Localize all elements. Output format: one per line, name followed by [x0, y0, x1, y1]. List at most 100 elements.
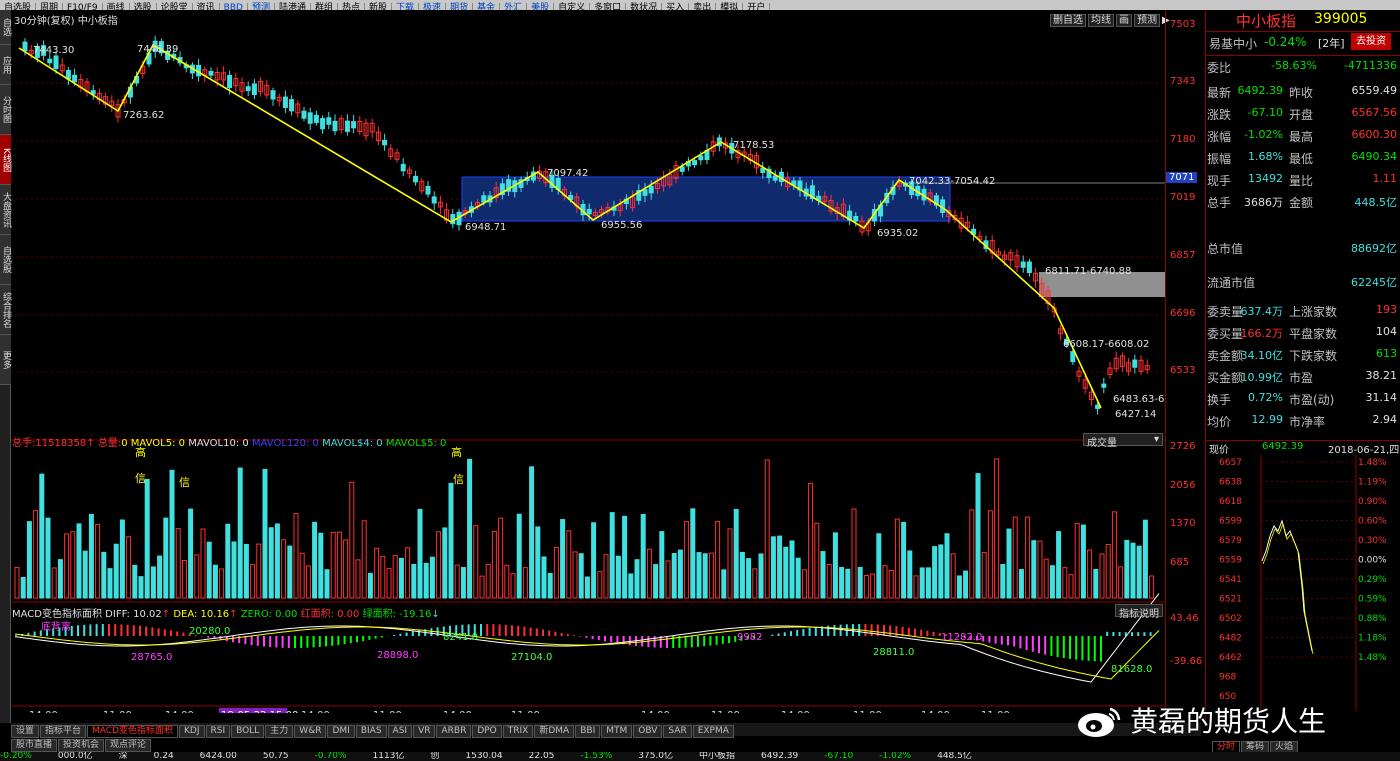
- volume-bar: [336, 531, 342, 599]
- chart-header-button[interactable]: 预测: [1134, 14, 1160, 27]
- indicator-tab[interactable]: EXPMA: [692, 725, 734, 738]
- macd-bar: [1106, 631, 1109, 636]
- menu-item[interactable]: 陆港通: [275, 3, 311, 10]
- chart-header-button[interactable]: 画: [1116, 14, 1132, 27]
- menu-item[interactable]: 资讯: [193, 3, 220, 10]
- intraday-mini-chart[interactable]: 6657 6638 6618 6599 6579 6559 6541 6521 6502 6482…: [1205, 440, 1400, 723]
- macd-bar: [554, 631, 557, 636]
- volume-signal-mark: 信: [453, 473, 464, 486]
- menu-item[interactable]: 新股: [365, 3, 393, 10]
- bottom-tab[interactable]: 观点评论: [105, 739, 152, 752]
- menu-item[interactable]: 画线: [103, 3, 130, 10]
- menu-item[interactable]: 期货: [446, 3, 474, 10]
- candle-body: [1132, 359, 1138, 368]
- bottom-tab[interactable]: 股市直播: [11, 739, 58, 752]
- macd-bar: [1093, 636, 1096, 662]
- macd-bar: [380, 636, 383, 638]
- left-tab[interactable]: 自选: [0, 10, 11, 45]
- volume-bar: [82, 550, 88, 599]
- left-tab[interactable]: 综合排名: [0, 285, 11, 335]
- indicator-tab[interactable]: OBV: [633, 725, 663, 738]
- volume-bar: [708, 552, 714, 599]
- volume-bar: [268, 527, 274, 599]
- mini-left-tick: 6599: [1219, 517, 1242, 527]
- menu-item[interactable]: 选股: [130, 3, 157, 10]
- ticker-item: 50.75: [262, 752, 289, 761]
- mini-left-tick: 6559: [1219, 556, 1242, 566]
- volume-bar: [603, 554, 609, 599]
- macd-bar: [690, 636, 693, 648]
- macd-bar: [393, 634, 396, 636]
- volume-bar: [491, 530, 497, 599]
- quote-label: 上涨家数: [1289, 305, 1338, 319]
- menu-item[interactable]: 自定义: [554, 3, 591, 10]
- menu-item[interactable]: 模拟: [716, 3, 744, 10]
- candle-body: [425, 185, 431, 195]
- menu-item[interactable]: 群组: [311, 3, 338, 10]
- time-tick: 14:00: [301, 710, 330, 713]
- menu-item[interactable]: 极速: [419, 3, 447, 10]
- chart-header-button[interactable]: 删自选: [1050, 14, 1086, 27]
- quote-value: 10.99亿: [1240, 371, 1284, 384]
- quote-row: 涨幅 -1.02% 最高 6600.30: [1207, 128, 1397, 150]
- indicator-tab[interactable]: SAR: [663, 725, 692, 738]
- macd-bar: [374, 636, 377, 639]
- volume-bar: [194, 554, 200, 599]
- volume-bar: [597, 571, 603, 599]
- time-tick: 14:00: [781, 710, 810, 713]
- volume-bar: [57, 559, 63, 599]
- macd-bar: [275, 636, 278, 648]
- menu-item[interactable]: BBD: [220, 3, 248, 10]
- macd-bar: [263, 636, 265, 647]
- menu-item[interactable]: 买入: [662, 3, 690, 10]
- macd-bar: [1118, 632, 1121, 636]
- menu-item[interactable]: 周期: [36, 3, 64, 10]
- menu-item[interactable]: 预测: [248, 3, 275, 10]
- bottom-tab[interactable]: 投资机会: [58, 739, 105, 752]
- left-tab[interactable]: 应用: [0, 45, 11, 85]
- invest-button[interactable]: 去投资: [1351, 33, 1391, 50]
- macd-bar: [139, 625, 141, 636]
- volume-bar: [591, 522, 597, 599]
- menu-item[interactable]: 下载: [392, 3, 420, 10]
- volume-bar: [33, 510, 39, 599]
- volume-bar: [907, 550, 913, 599]
- menu-item[interactable]: 自选股: [0, 3, 37, 10]
- macd-bar: [145, 626, 148, 636]
- macd-bar: [1069, 636, 1071, 659]
- menu-item[interactable]: 美股: [527, 3, 555, 10]
- fund-name[interactable]: 易基中小: [1209, 35, 1257, 52]
- indicator-help-button[interactable]: 指标说明: [1115, 604, 1163, 620]
- menu-item[interactable]: 热点: [338, 3, 366, 10]
- menu-item[interactable]: 基金: [473, 3, 501, 10]
- menu-item[interactable]: 开户: [743, 3, 771, 10]
- left-tab[interactable]: 大盘资讯: [0, 185, 11, 235]
- macd-bar: [325, 636, 327, 647]
- menu-item[interactable]: 外汇: [500, 3, 528, 10]
- macd-bar: [573, 635, 575, 636]
- left-tab[interactable]: 更多: [0, 335, 11, 385]
- menu-item[interactable]: 数状况: [626, 3, 663, 10]
- macd-bar: [889, 625, 892, 636]
- ticker-item: -0.20%: [0, 752, 32, 761]
- menu-item[interactable]: 卖出: [689, 3, 717, 10]
- quote-label: 涨跌: [1207, 108, 1232, 122]
- left-tab[interactable]: 自选股: [0, 235, 11, 285]
- time-tick: 14:00: [443, 710, 472, 713]
- menu-item[interactable]: 论股堂: [157, 3, 193, 10]
- macd-bar: [697, 636, 699, 647]
- chart-header-button[interactable]: 均线: [1088, 14, 1114, 27]
- quote-label: 市盈(动): [1289, 393, 1335, 407]
- macd-bar: [566, 634, 569, 636]
- menu-item[interactable]: 多窗口: [590, 3, 627, 10]
- left-tab[interactable]: K线图: [0, 135, 11, 185]
- left-tab[interactable]: 分时图: [0, 85, 11, 135]
- volume-bar: [299, 552, 305, 599]
- menu-item[interactable]: F10/F9: [63, 3, 103, 10]
- volume-bar: [566, 530, 572, 599]
- volume-indicator-dropdown[interactable]: 成交量 ▾: [1083, 433, 1163, 449]
- macd-bar: [709, 636, 712, 646]
- candle-body: [251, 83, 257, 95]
- mini-date: 2018-06-21,四: [1328, 445, 1400, 456]
- macd-bar: [988, 636, 991, 643]
